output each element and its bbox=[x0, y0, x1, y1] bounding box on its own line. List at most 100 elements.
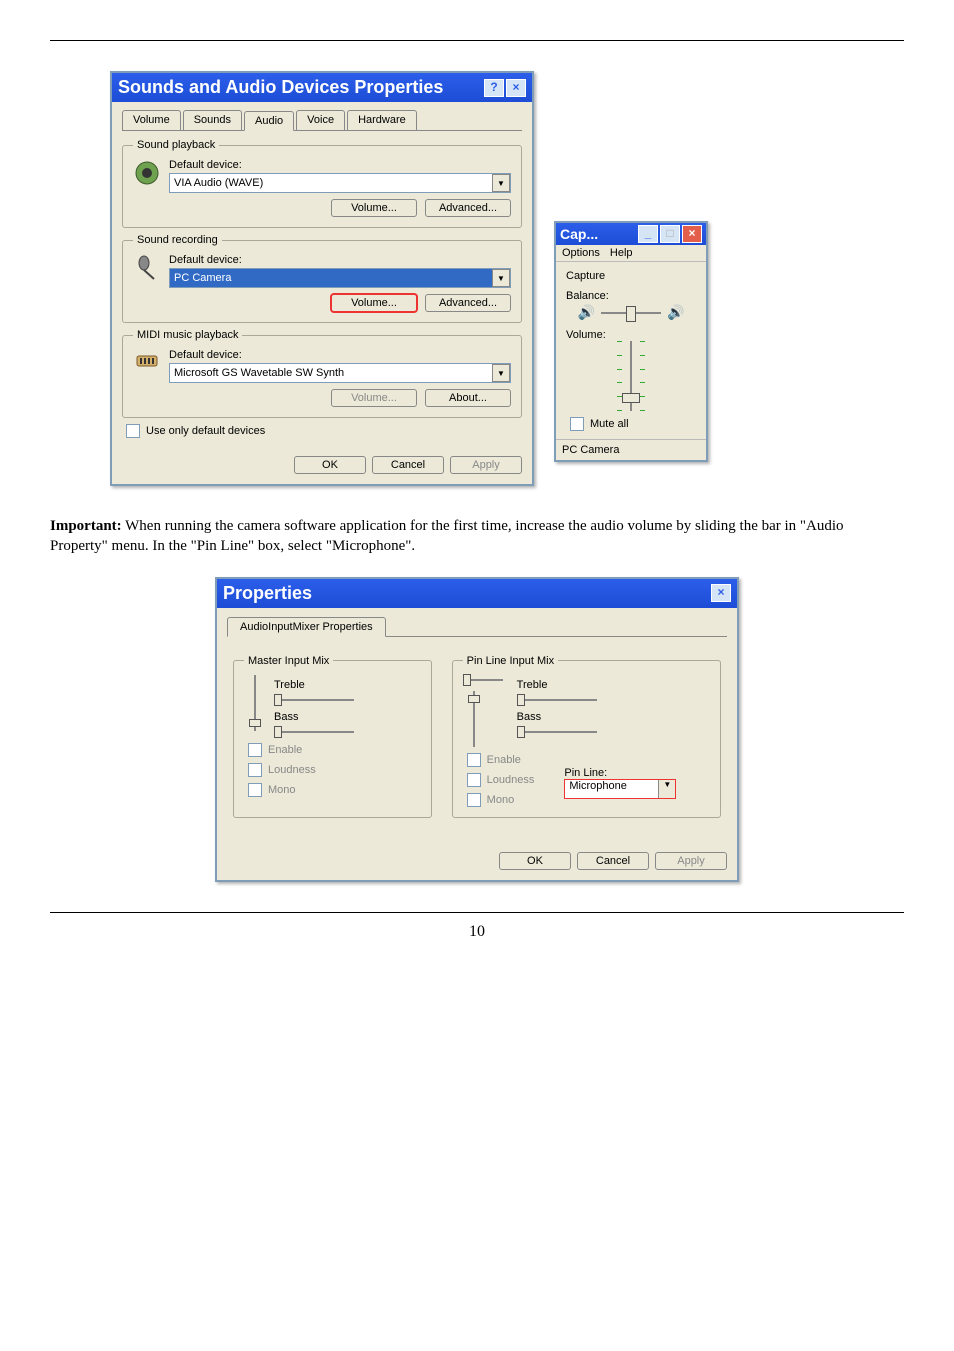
balance-label: Balance: bbox=[566, 290, 696, 302]
capture-title: Cap... bbox=[560, 226, 598, 242]
master-treble-slider[interactable] bbox=[274, 695, 354, 705]
volume-slider[interactable] bbox=[619, 341, 643, 411]
pinline-select-label: Pin Line: bbox=[564, 767, 607, 779]
apply-button[interactable]: Apply bbox=[655, 852, 727, 870]
tabs: Volume Sounds Audio Voice Hardware bbox=[122, 110, 522, 131]
pinline-pan-slider[interactable] bbox=[463, 675, 503, 685]
chevron-down-icon[interactable]: ▼ bbox=[492, 364, 510, 382]
ok-button[interactable]: OK bbox=[499, 852, 571, 870]
pinline-mono-checkbox[interactable]: Mono bbox=[467, 793, 535, 807]
midi-device-combo[interactable]: Microsoft GS Wavetable SW Synth ▼ bbox=[169, 363, 511, 383]
tab-voice[interactable]: Voice bbox=[296, 110, 345, 130]
bottom-rule bbox=[50, 912, 904, 913]
tab-volume[interactable]: Volume bbox=[122, 110, 181, 130]
help-icon[interactable]: ? bbox=[484, 79, 504, 97]
playback-volume-button[interactable]: Volume... bbox=[331, 199, 417, 217]
important-body: When running the camera software applica… bbox=[50, 518, 844, 554]
midi-playback-group: MIDI music playback Default device: Micr… bbox=[122, 329, 522, 418]
sound-properties-window: Sounds and Audio Devices Properties ? × … bbox=[110, 71, 534, 486]
sound-window-title: Sounds and Audio Devices Properties bbox=[118, 77, 443, 98]
menu-help[interactable]: Help bbox=[610, 247, 633, 259]
page-number: 10 bbox=[50, 923, 904, 941]
pinline-bass-label: Bass bbox=[517, 711, 541, 723]
chevron-down-icon[interactable]: ▼ bbox=[658, 780, 675, 798]
playback-device-combo[interactable]: VIA Audio (WAVE) ▼ bbox=[169, 173, 511, 193]
cancel-button[interactable]: Cancel bbox=[577, 852, 649, 870]
pinline-loudness-checkbox[interactable]: Loudness bbox=[467, 773, 535, 787]
sound-window-titlebar[interactable]: Sounds and Audio Devices Properties ? × bbox=[112, 73, 532, 102]
figures-row: Sounds and Audio Devices Properties ? × … bbox=[110, 71, 904, 486]
pinline-combo[interactable]: Microphone ▼ bbox=[564, 779, 676, 799]
master-loudness-checkbox[interactable]: Loudness bbox=[248, 763, 421, 777]
recording-default-label: Default device: bbox=[169, 254, 511, 266]
recording-advanced-button[interactable]: Advanced... bbox=[425, 294, 511, 312]
master-enable-label: Enable bbox=[268, 744, 302, 756]
pinline-treble-slider[interactable] bbox=[517, 695, 597, 705]
pinline-loudness-label: Loudness bbox=[487, 774, 535, 786]
important-paragraph: Important: When running the camera softw… bbox=[50, 516, 904, 557]
master-treble-label: Treble bbox=[274, 679, 305, 691]
master-mono-checkbox[interactable]: Mono bbox=[248, 783, 421, 797]
chevron-down-icon[interactable]: ▼ bbox=[492, 174, 510, 192]
midi-about-button[interactable]: About... bbox=[425, 389, 511, 407]
pinline-treble-label: Treble bbox=[517, 679, 548, 691]
use-only-default-checkbox[interactable]: Use only default devices bbox=[126, 424, 522, 438]
pinline-enable-checkbox[interactable]: Enable bbox=[467, 753, 535, 767]
properties-title: Properties bbox=[223, 583, 312, 604]
tab-audio[interactable]: Audio bbox=[244, 111, 294, 131]
master-legend: Master Input Mix bbox=[244, 655, 333, 667]
master-input-mix-group: Master Input Mix Treble Bass Enable bbox=[233, 655, 432, 818]
pinline-level-slider[interactable] bbox=[467, 691, 481, 747]
properties-tabs: AudioInputMixer Properties bbox=[227, 616, 727, 637]
pinline-value: Microphone bbox=[565, 780, 658, 798]
pinline-legend: Pin Line Input Mix bbox=[463, 655, 558, 667]
midi-legend: MIDI music playback bbox=[133, 329, 242, 341]
sound-recording-legend: Sound recording bbox=[133, 234, 222, 246]
master-bass-label: Bass bbox=[274, 711, 298, 723]
master-enable-checkbox[interactable]: Enable bbox=[248, 743, 421, 757]
speaker-icon bbox=[133, 159, 161, 187]
master-bass-slider[interactable] bbox=[274, 727, 354, 737]
important-label: Important: bbox=[50, 518, 122, 534]
properties-titlebar[interactable]: Properties × bbox=[217, 579, 737, 608]
playback-advanced-button[interactable]: Advanced... bbox=[425, 199, 511, 217]
sound-playback-legend: Sound playback bbox=[133, 139, 219, 151]
recording-device-combo[interactable]: PC Camera ▼ bbox=[169, 268, 511, 288]
volume-label: Volume: bbox=[566, 329, 696, 341]
chevron-down-icon[interactable]: ▼ bbox=[492, 269, 510, 287]
ok-button[interactable]: OK bbox=[294, 456, 366, 474]
master-mono-label: Mono bbox=[268, 784, 296, 796]
tab-hardware[interactable]: Hardware bbox=[347, 110, 417, 130]
checkbox-icon[interactable] bbox=[570, 417, 584, 431]
close-icon[interactable]: × bbox=[506, 79, 526, 97]
checkbox-icon[interactable] bbox=[126, 424, 140, 438]
midi-volume-button[interactable]: Volume... bbox=[331, 389, 417, 407]
use-only-default-label: Use only default devices bbox=[146, 425, 265, 437]
close-icon[interactable]: × bbox=[682, 225, 702, 243]
menu-options[interactable]: Options bbox=[562, 247, 600, 259]
capture-label: Capture bbox=[566, 270, 696, 282]
apply-button[interactable]: Apply bbox=[450, 456, 522, 474]
close-icon[interactable]: × bbox=[711, 584, 731, 602]
pinline-bass-slider[interactable] bbox=[517, 727, 597, 737]
midi-default-label: Default device: bbox=[169, 349, 511, 361]
pinline-input-mix-group: Pin Line Input Mix Treble Bass bbox=[452, 655, 721, 818]
cancel-button[interactable]: Cancel bbox=[372, 456, 444, 474]
properties-window: Properties × AudioInputMixer Properties … bbox=[215, 577, 739, 882]
midi-icon bbox=[133, 349, 161, 377]
master-level-slider[interactable] bbox=[248, 675, 262, 731]
tab-sounds[interactable]: Sounds bbox=[183, 110, 242, 130]
capture-status: PC Camera bbox=[556, 439, 706, 460]
pinline-mono-label: Mono bbox=[487, 794, 515, 806]
tab-audio-input-mixer[interactable]: AudioInputMixer Properties bbox=[227, 617, 386, 637]
mute-all-label: Mute all bbox=[590, 418, 629, 430]
mute-all-checkbox[interactable]: Mute all bbox=[570, 417, 696, 431]
sound-playback-group: Sound playback Default device: VIA Audio… bbox=[122, 139, 522, 228]
master-loudness-label: Loudness bbox=[268, 764, 316, 776]
maximize-icon: □ bbox=[660, 225, 680, 243]
capture-titlebar[interactable]: Cap... _ □ × bbox=[556, 223, 706, 245]
sound-recording-group: Sound recording Default device: PC Camer… bbox=[122, 234, 522, 323]
minimize-icon[interactable]: _ bbox=[638, 225, 658, 243]
balance-slider[interactable] bbox=[601, 306, 661, 320]
recording-volume-button[interactable]: Volume... bbox=[331, 294, 417, 312]
